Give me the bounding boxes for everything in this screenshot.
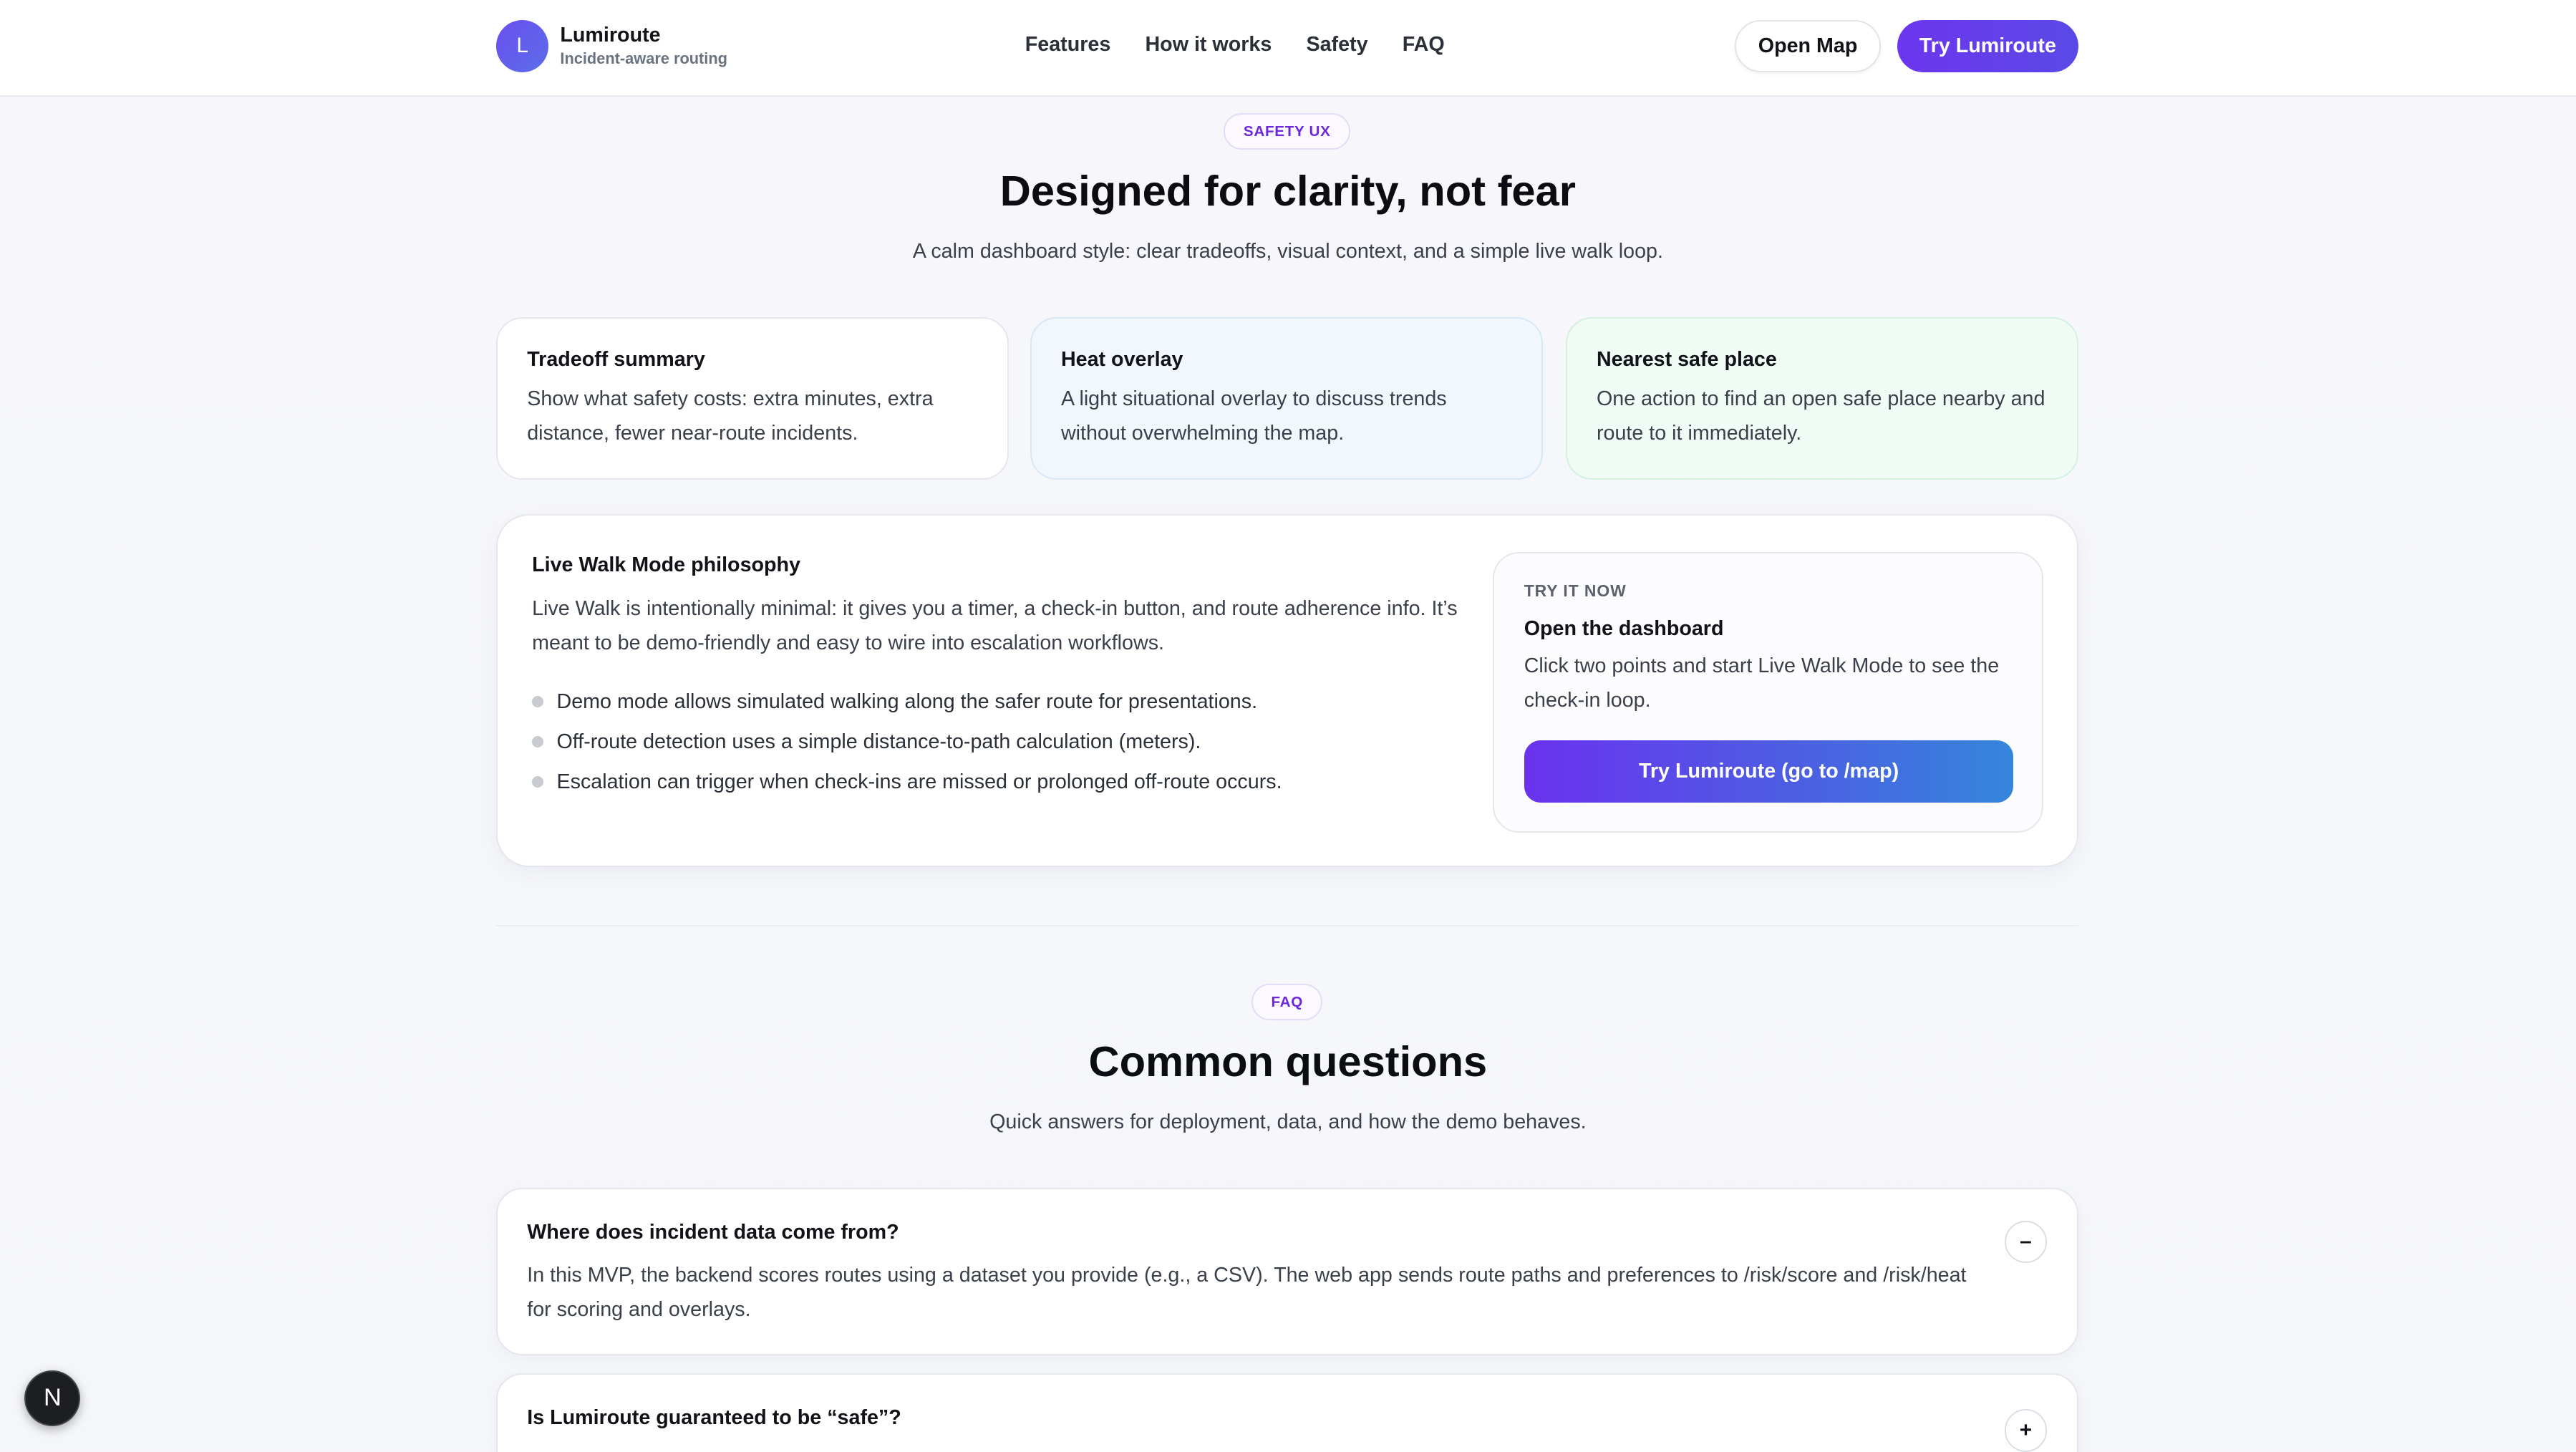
list-item: Off-route detection uses a simple distan… [532,722,1282,762]
try-it-now-box: TRY IT NOW Open the dashboard Click two … [1493,551,2044,833]
card-text: A light situational overlay to discuss t… [1060,387,1447,445]
card-title: Tradeoff summary [527,348,705,372]
try-kicker: TRY IT NOW [1524,581,1627,600]
feature-card-nearest-safe-place: Nearest safe place One action to find an… [1565,316,2078,480]
section-divider [495,924,2078,927]
top-nav-bar: L Lumiroute Incident-aware routing Featu… [0,0,2576,97]
list-item: Demo mode allows simulated walking along… [532,682,1282,722]
faq-item-collapsed[interactable]: Is Lumiroute guaranteed to be “safe”? + [495,1373,2078,1452]
brand-name: Lumiroute [560,24,661,47]
open-map-button[interactable]: Open Map [1734,19,1882,72]
faq-question[interactable]: Is Lumiroute guaranteed to be “safe”? [527,1406,901,1430]
faq-item-open[interactable]: Where does incident data come from? In t… [495,1187,2078,1355]
bullet-dot-icon [532,695,544,708]
card-title: Nearest safe place [1596,348,1777,372]
try-title: Open the dashboard [1524,617,1724,641]
brand[interactable]: L Lumiroute Incident-aware routing [495,19,727,72]
collapse-icon[interactable]: – [2004,1220,2048,1264]
dev-tools-icon[interactable]: N [24,1370,81,1426]
feature-card-tradeoff: Tradeoff summary Show what safety costs:… [495,316,1009,480]
expand-icon[interactable]: + [2004,1409,2048,1452]
faq-section-pill: FAQ [1251,984,1323,1020]
try-lumiroute-button[interactable]: Try Lumiroute [1897,19,2078,72]
page: L Lumiroute Incident-aware routing Featu… [0,0,2576,1452]
try-text: Click two points and start Live Walk Mod… [1524,654,2000,712]
main-nav: Features How it works Safety FAQ [1025,33,1445,57]
faq-section-subtitle: Quick answers for deployment, data, and … [989,1110,1587,1134]
live-walk-title: Live Walk Mode philosophy [532,553,800,576]
nav-link-safety[interactable]: Safety [1306,33,1367,57]
live-walk-description: Live Walk is intentionally minimal: it g… [532,596,1458,654]
brand-logo: L [495,19,549,72]
card-title: Heat overlay [1060,348,1183,372]
card-text: Show what safety costs: extra minutes, e… [527,387,934,445]
try-map-button[interactable]: Try Lumiroute (go to /map) [1524,740,2014,803]
bullet-dot-icon [532,736,544,748]
faq-question[interactable]: Where does incident data come from? [527,1221,899,1244]
live-walk-bullets: Demo mode allows simulated walking along… [532,682,1282,803]
safety-section-subtitle: A calm dashboard style: clear tradeoffs,… [912,239,1663,263]
feature-card-heat-overlay: Heat overlay A light situational overlay… [1030,316,1543,480]
live-walk-panel: Live Walk Mode philosophy Live Walk is i… [495,514,2078,868]
card-text: One action to find an open safe place ne… [1596,387,2045,445]
brand-tagline: Incident-aware routing [560,49,727,67]
nav-link-faq[interactable]: FAQ [1403,33,1445,57]
nav-link-how-it-works[interactable]: How it works [1145,33,1272,57]
safety-section-pill: SAFETY UX [1224,113,1351,150]
bullet-dot-icon [532,776,544,788]
faq-answer: In this MVP, the backend scores routes u… [527,1264,1967,1322]
safety-section-title: Designed for clarity, not fear [999,166,1576,215]
nav-link-features[interactable]: Features [1025,33,1111,57]
faq-section-title: Common questions [1088,1037,1488,1085]
list-item: Escalation can trigger when check-ins ar… [532,762,1282,802]
